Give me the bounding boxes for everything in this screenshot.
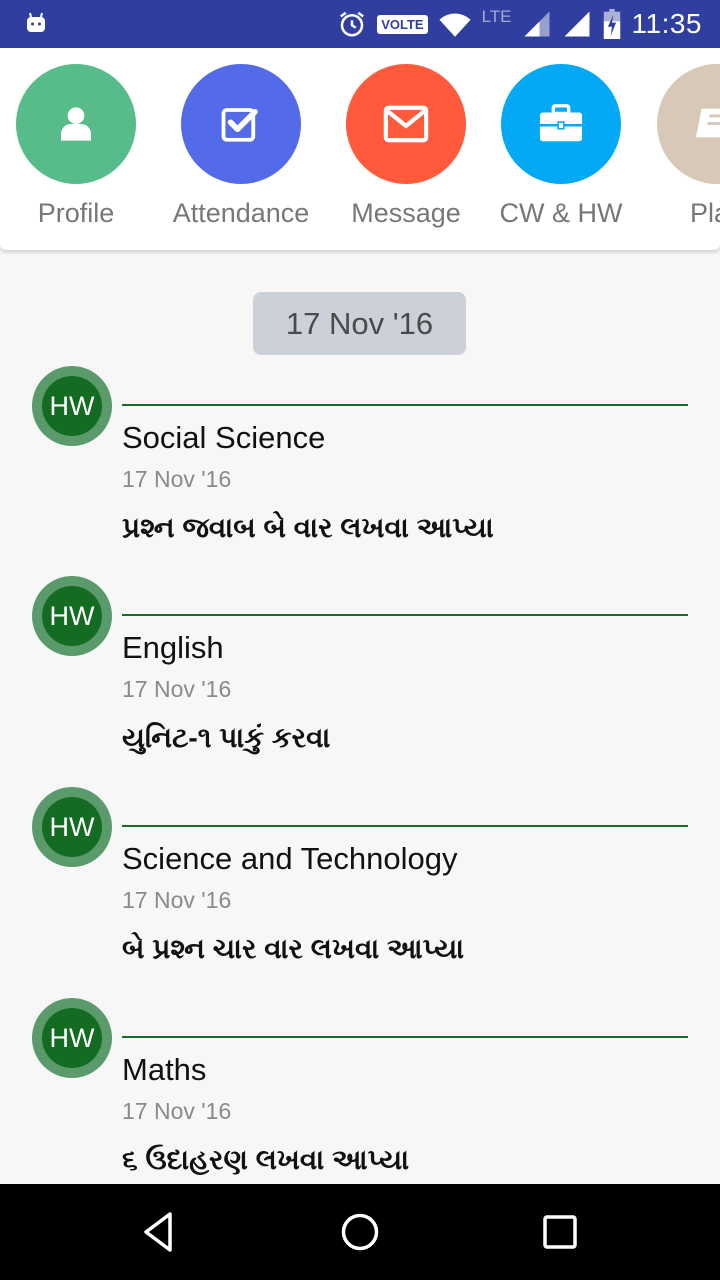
shortcut-plan[interactable]: Plan xyxy=(642,64,720,229)
android-debug-icon xyxy=(27,12,45,32)
recents-icon xyxy=(543,1215,577,1249)
battery-charging-icon xyxy=(603,9,620,39)
volte-icon: VOLTE xyxy=(377,14,428,34)
entry-description: ૬ ઉદાહરણ લખવા આપ્યા xyxy=(122,1144,410,1175)
alarm-icon xyxy=(340,11,365,37)
shortcut-bar: Profile Attendance Message CW & HW Pl xyxy=(0,48,720,250)
profile-circle xyxy=(16,64,136,184)
entry-description: યુનિટ-૧ પાકું કરવા xyxy=(122,722,331,753)
attendance-circle xyxy=(181,64,301,184)
checkbox-icon xyxy=(221,108,258,142)
shortcut-profile[interactable]: Profile xyxy=(1,64,151,229)
wifi-icon xyxy=(438,13,471,37)
hw-badge: HW xyxy=(32,366,112,446)
plan-circle xyxy=(657,64,720,184)
shortcut-label: Attendance xyxy=(172,198,310,228)
entry-date: 17 Nov '16 xyxy=(122,887,232,913)
person-icon xyxy=(61,107,91,141)
entry-subject: English xyxy=(122,630,224,665)
shortcut-label: Plan xyxy=(689,198,720,228)
signal-icon xyxy=(564,11,589,37)
divider xyxy=(122,1036,688,1038)
divider xyxy=(122,614,688,616)
shortcut-attendance[interactable]: Attendance xyxy=(166,64,316,229)
shortcut-label: Message xyxy=(351,198,461,228)
shortcut-label: CW & HW xyxy=(499,198,623,228)
date-header: 17 Nov '16 xyxy=(253,292,466,355)
entry-subject: Maths xyxy=(122,1052,207,1087)
entry-date: 17 Nov '16 xyxy=(122,466,232,492)
home-button[interactable] xyxy=(332,1204,388,1260)
entry-date: 17 Nov '16 xyxy=(122,1098,232,1124)
entry-subject: Science and Technology xyxy=(122,841,458,876)
hw-badge: HW xyxy=(32,576,112,656)
entry-subject: Social Science xyxy=(122,420,326,455)
entry-date: 17 Nov '16 xyxy=(122,676,232,702)
recents-button[interactable] xyxy=(532,1204,588,1260)
shortcut-cw-hw[interactable]: CW & HW xyxy=(486,64,636,229)
cw-hw-circle xyxy=(501,64,621,184)
shortcut-label: Profile xyxy=(37,198,115,228)
homework-entry[interactable]: HW Maths 17 Nov '16 ૬ ઉદાહરણ લખવા આપ્યા xyxy=(0,998,720,1208)
signal-icon xyxy=(524,11,549,37)
hw-badge-label: HW xyxy=(42,797,102,857)
navigation-bar xyxy=(0,1184,720,1280)
hw-badge: HW xyxy=(32,787,112,867)
book-icon xyxy=(695,108,720,138)
lte-label: LTE xyxy=(481,7,512,26)
hw-badge-label: HW xyxy=(42,1008,102,1068)
briefcase-icon xyxy=(539,104,583,142)
home-icon xyxy=(341,1213,379,1251)
entry-description: બે પ્રશ્ન ચાર વાર લખવા આપ્યા xyxy=(122,933,465,964)
envelope-icon xyxy=(383,105,429,143)
message-circle xyxy=(346,64,466,184)
status-bar: VOLTE LTE 11:35 xyxy=(0,0,720,48)
clock: 11:35 xyxy=(631,8,702,39)
hw-badge-label: HW xyxy=(42,586,102,646)
hw-badge: HW xyxy=(32,998,112,1078)
shortcut-message[interactable]: Message xyxy=(331,64,481,229)
back-icon xyxy=(144,1212,172,1252)
divider xyxy=(122,404,688,406)
back-button[interactable] xyxy=(132,1204,188,1260)
entry-description: પ્રશ્ન જવાબ બે વાર લખવા આપ્યા xyxy=(122,512,494,543)
homework-entry[interactable]: HW English 17 Nov '16 યુનિટ-૧ પાકું કરવા xyxy=(0,576,720,786)
hw-badge-label: HW xyxy=(42,376,102,436)
homework-entry[interactable]: HW Science and Technology 17 Nov '16 બે … xyxy=(0,787,720,997)
divider xyxy=(122,825,688,827)
homework-entry[interactable]: HW Social Science 17 Nov '16 પ્રશ્ન જવાબ… xyxy=(0,366,720,576)
